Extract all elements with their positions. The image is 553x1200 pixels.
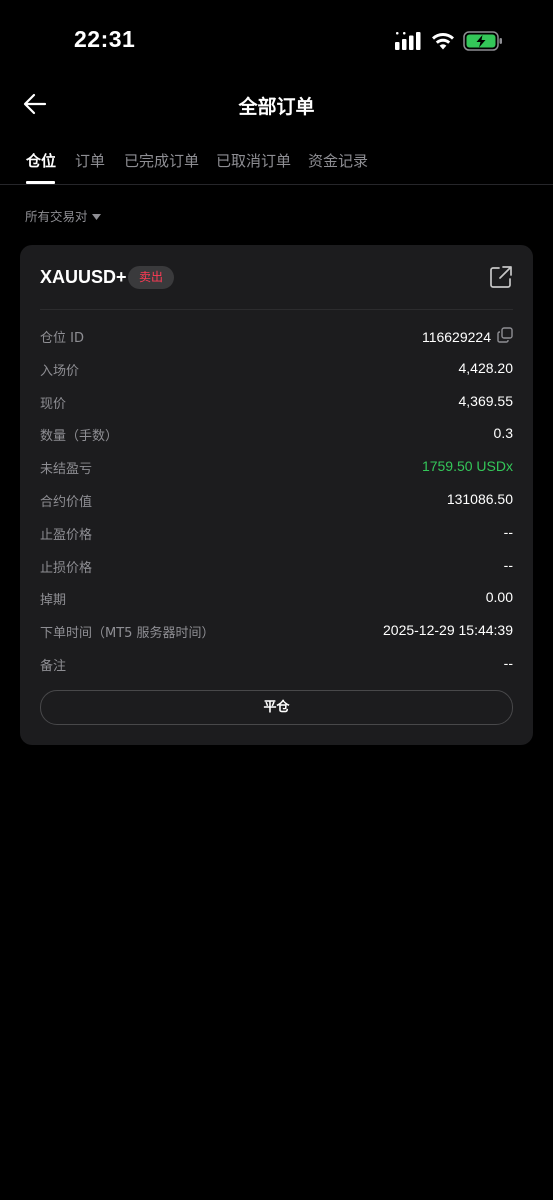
external-link-icon bbox=[489, 266, 513, 293]
tab-bar: 仓位 订单 已完成订单 已取消订单 资金记录 bbox=[0, 142, 553, 185]
detail-value: 4,428.20 bbox=[458, 359, 514, 376]
detail-value: 0.3 bbox=[493, 425, 513, 442]
copy-icon[interactable] bbox=[497, 327, 513, 346]
detail-label: 止盈价格 bbox=[40, 527, 93, 543]
detail-value: 0.00 bbox=[485, 589, 513, 606]
tab-fund-records[interactable]: 资金记录 bbox=[308, 150, 368, 171]
symbol-filter-label: 所有交易对 bbox=[25, 209, 88, 224]
side-badge: 卖出 bbox=[128, 266, 174, 289]
detail-value: 131086.50 bbox=[446, 490, 513, 507]
detail-row-contract-value: 合约价值 131086.50 bbox=[40, 487, 513, 520]
detail-label: 未结盈亏 bbox=[40, 462, 93, 478]
page-title: 全部订单 bbox=[238, 96, 315, 118]
detail-row-order-time: 下单时间（MT5 服务器时间） 2025-12-29 15:44:39 bbox=[40, 618, 513, 651]
cellular-signal-icon bbox=[395, 32, 423, 50]
detail-label: 止损价格 bbox=[40, 560, 93, 576]
detail-label: 合约价值 bbox=[40, 494, 93, 510]
detail-row-remark: 备注 -- bbox=[40, 651, 513, 684]
status-time: 22:31 bbox=[74, 26, 136, 52]
header: 全部订单 bbox=[0, 80, 553, 132]
status-bar: 22:31 bbox=[0, 0, 553, 80]
detail-label: 数量（手数） bbox=[40, 429, 119, 445]
detail-row-entry-price: 入场价 4,428.20 bbox=[40, 356, 513, 389]
detail-value: 2025-12-29 15:44:39 bbox=[383, 622, 513, 639]
detail-label: 下单时间（MT5 服务器时间） bbox=[40, 626, 215, 642]
detail-label: 入场价 bbox=[40, 363, 80, 379]
detail-row-quantity: 数量（手数） 0.3 bbox=[40, 421, 513, 454]
detail-row-swap: 掉期 0.00 bbox=[40, 585, 513, 618]
share-button[interactable] bbox=[489, 265, 513, 289]
wifi-icon bbox=[431, 32, 455, 50]
symbol-filter-dropdown[interactable]: 所有交易对 bbox=[25, 206, 101, 225]
detail-row-unrealized-pnl: 未结盈亏 1759.50 USDx bbox=[40, 454, 513, 487]
tab-positions[interactable]: 仓位 bbox=[26, 150, 56, 171]
detail-value: -- bbox=[503, 523, 513, 540]
tab-orders[interactable]: 订单 bbox=[75, 150, 105, 171]
detail-value: -- bbox=[503, 556, 513, 573]
caret-down-icon bbox=[91, 208, 101, 223]
detail-value: 4,369.55 bbox=[458, 392, 514, 409]
detail-value: 116629224 bbox=[422, 327, 513, 346]
detail-value: -- bbox=[503, 654, 513, 671]
detail-label: 掉期 bbox=[40, 593, 67, 609]
tab-cancelled-orders[interactable]: 已取消订单 bbox=[216, 150, 291, 171]
detail-label: 备注 bbox=[40, 658, 67, 674]
detail-value: 1759.50 USDx bbox=[421, 458, 513, 475]
position-symbol: XAUUSD+ bbox=[40, 267, 127, 287]
close-position-button[interactable]: 平仓 bbox=[40, 690, 513, 725]
position-card: XAUUSD+ 卖出 仓位 ID 116629224 入场价 4,428.20 … bbox=[20, 245, 533, 745]
detail-label: 仓位 ID bbox=[40, 331, 84, 346]
active-tab-indicator bbox=[26, 181, 55, 184]
card-divider bbox=[40, 309, 513, 310]
position-details: 仓位 ID 116629224 入场价 4,428.20 现价 4,369.55… bbox=[40, 323, 513, 684]
detail-row-stop-loss: 止损价格 -- bbox=[40, 553, 513, 586]
detail-label: 现价 bbox=[40, 396, 67, 412]
position-id-value: 116629224 bbox=[421, 328, 491, 345]
tab-completed-orders[interactable]: 已完成订单 bbox=[124, 150, 199, 171]
battery-charging-icon bbox=[463, 31, 503, 51]
detail-row-position-id: 仓位 ID 116629224 bbox=[40, 323, 513, 356]
status-icons bbox=[395, 30, 503, 52]
detail-row-take-profit: 止盈价格 -- bbox=[40, 520, 513, 553]
detail-row-current-price: 现价 4,369.55 bbox=[40, 389, 513, 422]
